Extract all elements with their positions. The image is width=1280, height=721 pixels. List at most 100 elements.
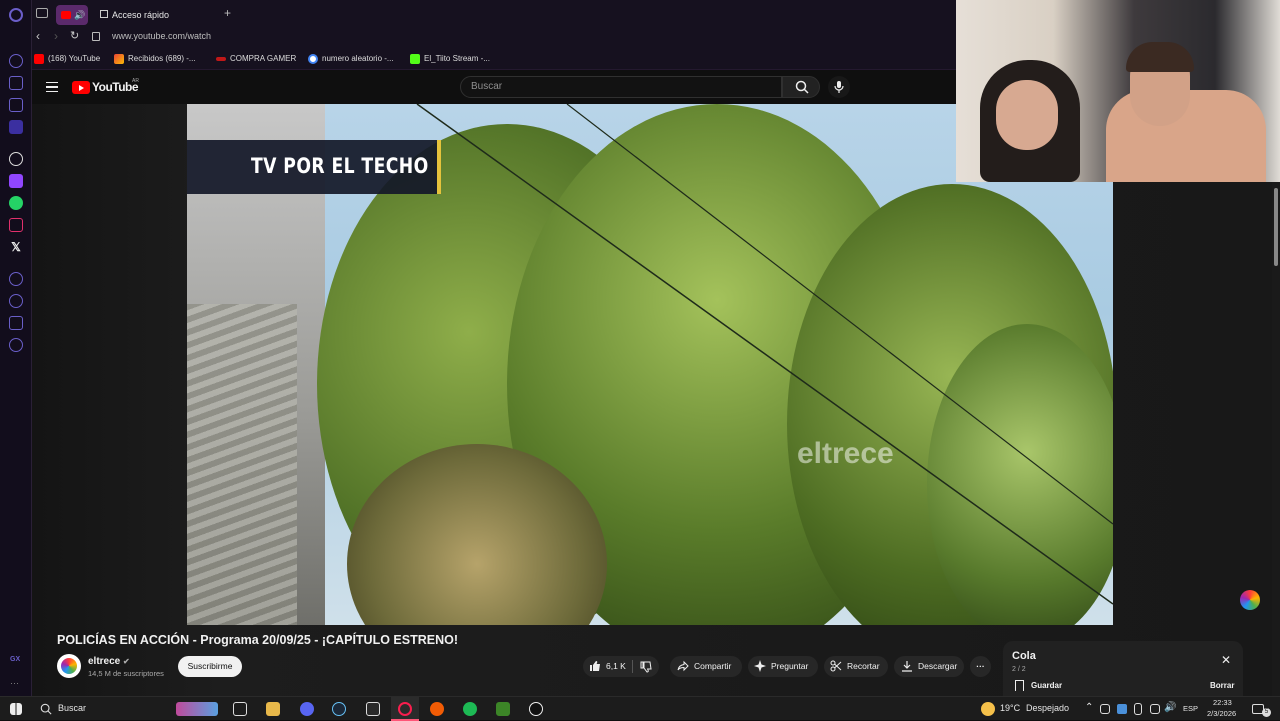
taskbar-search[interactable]: Buscar xyxy=(58,703,86,713)
page-scrollbar[interactable] xyxy=(1272,182,1280,696)
url-field[interactable]: www.youtube.com/watch xyxy=(112,31,211,41)
minecraft-icon[interactable] xyxy=(496,702,510,716)
speaker-icon[interactable]: 🔊 xyxy=(74,5,85,25)
origin-icon[interactable] xyxy=(430,702,444,716)
gx-cleaner-icon[interactable] xyxy=(9,98,23,112)
volume-icon[interactable]: 🔊 xyxy=(1164,702,1176,713)
youtube-icon xyxy=(34,53,44,64)
clock-date[interactable]: 2/3/2026 xyxy=(1207,709,1236,718)
scrollbar-thumb[interactable] xyxy=(1274,188,1278,266)
share-label: Compartir xyxy=(694,661,732,671)
tab-acceso-rapido[interactable]: Acceso rápido xyxy=(96,5,216,25)
youtube-pinned-tab[interactable]: 🔊 xyxy=(56,5,88,25)
steam-icon[interactable] xyxy=(332,702,346,716)
task-view-icon[interactable] xyxy=(233,702,247,716)
youtube-logo-icon[interactable] xyxy=(72,81,90,94)
discord-icon[interactable] xyxy=(300,702,314,716)
new-tab-icon[interactable]: + xyxy=(224,6,231,20)
opera-gx-logo-icon[interactable] xyxy=(9,8,23,22)
microphone-icon xyxy=(834,81,844,93)
channel-avatar[interactable] xyxy=(57,654,81,678)
instagram-icon[interactable] xyxy=(9,218,23,232)
back-icon[interactable]: ‹ xyxy=(36,29,40,43)
chevron-up-icon[interactable]: ⌃ xyxy=(1085,702,1093,713)
ask-button[interactable]: Preguntar xyxy=(748,656,818,677)
tab-bar: 🔊 Acceso rápido + xyxy=(32,0,956,28)
menu-icon[interactable] xyxy=(46,82,58,92)
like-dislike-group: 6,1 K xyxy=(583,656,659,677)
voice-search-button[interactable] xyxy=(828,76,850,98)
bookmark-google[interactable]: numero aleatorio -... xyxy=(308,52,394,66)
download-button[interactable]: Descargar xyxy=(894,656,964,677)
opera-gx-taskbar-button[interactable] xyxy=(391,697,419,721)
whatsapp-icon[interactable] xyxy=(9,196,23,210)
ask-label: Preguntar xyxy=(771,661,809,671)
microphone-tray-icon[interactable] xyxy=(1134,703,1142,715)
bookmark-label: El_Tiito Stream -... xyxy=(424,54,490,63)
like-button[interactable]: 6,1 K xyxy=(583,656,631,677)
notification-badge: 5 xyxy=(1262,708,1271,717)
obs-icon[interactable] xyxy=(529,702,543,716)
subscribe-button[interactable]: Suscribirme xyxy=(178,656,242,677)
settings-gear-icon[interactable] xyxy=(9,338,23,352)
chatgpt-icon[interactable] xyxy=(9,152,23,166)
channel-name-text: eltrece xyxy=(88,656,121,667)
verified-icon: ✔ xyxy=(123,657,130,666)
tab-label: Acceso rápido xyxy=(112,10,170,20)
network-icon[interactable] xyxy=(1150,704,1160,714)
more-actions-button[interactable]: ··· xyxy=(970,656,991,677)
gx-control-icon[interactable] xyxy=(9,76,23,90)
search-highlight-icon[interactable] xyxy=(176,702,218,716)
dislike-button[interactable] xyxy=(633,656,659,677)
webcam-overlay xyxy=(956,0,1280,182)
messenger-icon[interactable] xyxy=(9,120,23,134)
refresh-icon[interactable] xyxy=(9,54,23,68)
spotify-icon[interactable] xyxy=(463,702,477,716)
bookmark-gmail[interactable]: Recibidos (689) -... xyxy=(114,52,196,66)
tray-cloud-icon[interactable] xyxy=(1117,704,1127,714)
bookmark-compra-gamer[interactable]: COMPRA GAMER xyxy=(216,52,296,66)
bookmark-label: Recibidos (689) -... xyxy=(128,54,196,63)
queue-clear-button[interactable]: Borrar xyxy=(1210,681,1234,690)
bookmark-label: (168) YouTube xyxy=(48,54,101,63)
video-overlay-banner: TV POR EL TECHO xyxy=(187,140,441,194)
video-player[interactable]: TV POR EL TECHO eltrece xyxy=(187,104,1113,625)
queue-save-button[interactable]: Guardar xyxy=(1031,681,1062,690)
more-icon[interactable]: ··· xyxy=(10,678,19,688)
file-explorer-icon[interactable] xyxy=(266,702,280,716)
video-title: POLICÍAS EN ACCIÓN - Programa 20/09/25 -… xyxy=(57,633,458,647)
x-twitter-icon[interactable]: 𝕏 xyxy=(9,240,23,254)
google-icon xyxy=(308,53,318,64)
search-input[interactable]: Buscar xyxy=(460,76,782,98)
video-overlay-title: TV POR EL TECHO xyxy=(251,154,429,178)
grid-icon xyxy=(100,10,108,18)
bookmark-youtube[interactable]: (168) YouTube xyxy=(34,52,100,66)
search-button[interactable] xyxy=(782,76,820,98)
language-indicator[interactable]: ESP xyxy=(1183,704,1198,713)
start-icon[interactable] xyxy=(10,703,22,715)
weather-temperature[interactable]: 19°C xyxy=(1000,703,1020,713)
bookmark-icon xyxy=(1015,680,1024,691)
tray-app-icon[interactable] xyxy=(1100,704,1110,714)
close-icon[interactable]: ✕ xyxy=(1221,653,1231,667)
queue-count: 2 / 2 xyxy=(1012,666,1026,673)
twitch-icon[interactable] xyxy=(9,174,23,188)
taskbar-search-icon xyxy=(40,703,52,715)
channel-name[interactable]: eltrece ✔ xyxy=(88,656,130,667)
floating-assistant-icon[interactable] xyxy=(1240,590,1260,610)
workspaces-icon[interactable] xyxy=(36,8,48,18)
extensions-icon[interactable] xyxy=(9,316,23,330)
weather-description[interactable]: Despejado xyxy=(1026,703,1069,713)
epic-games-icon[interactable] xyxy=(366,702,380,716)
clock-time[interactable]: 22:33 xyxy=(1213,698,1232,707)
country-code: AR xyxy=(132,78,139,84)
bookmark-kick[interactable]: El_Tiito Stream -... xyxy=(410,52,490,66)
weather-moon-icon[interactable] xyxy=(981,702,995,716)
share-button[interactable]: Compartir xyxy=(670,656,742,677)
history-icon[interactable] xyxy=(9,294,23,308)
clip-button[interactable]: Recortar xyxy=(824,656,888,677)
forward-icon[interactable]: › xyxy=(54,29,58,43)
gmail-icon xyxy=(114,53,124,64)
player-icon[interactable] xyxy=(9,272,23,286)
reload-icon[interactable]: ↻ xyxy=(70,29,79,42)
